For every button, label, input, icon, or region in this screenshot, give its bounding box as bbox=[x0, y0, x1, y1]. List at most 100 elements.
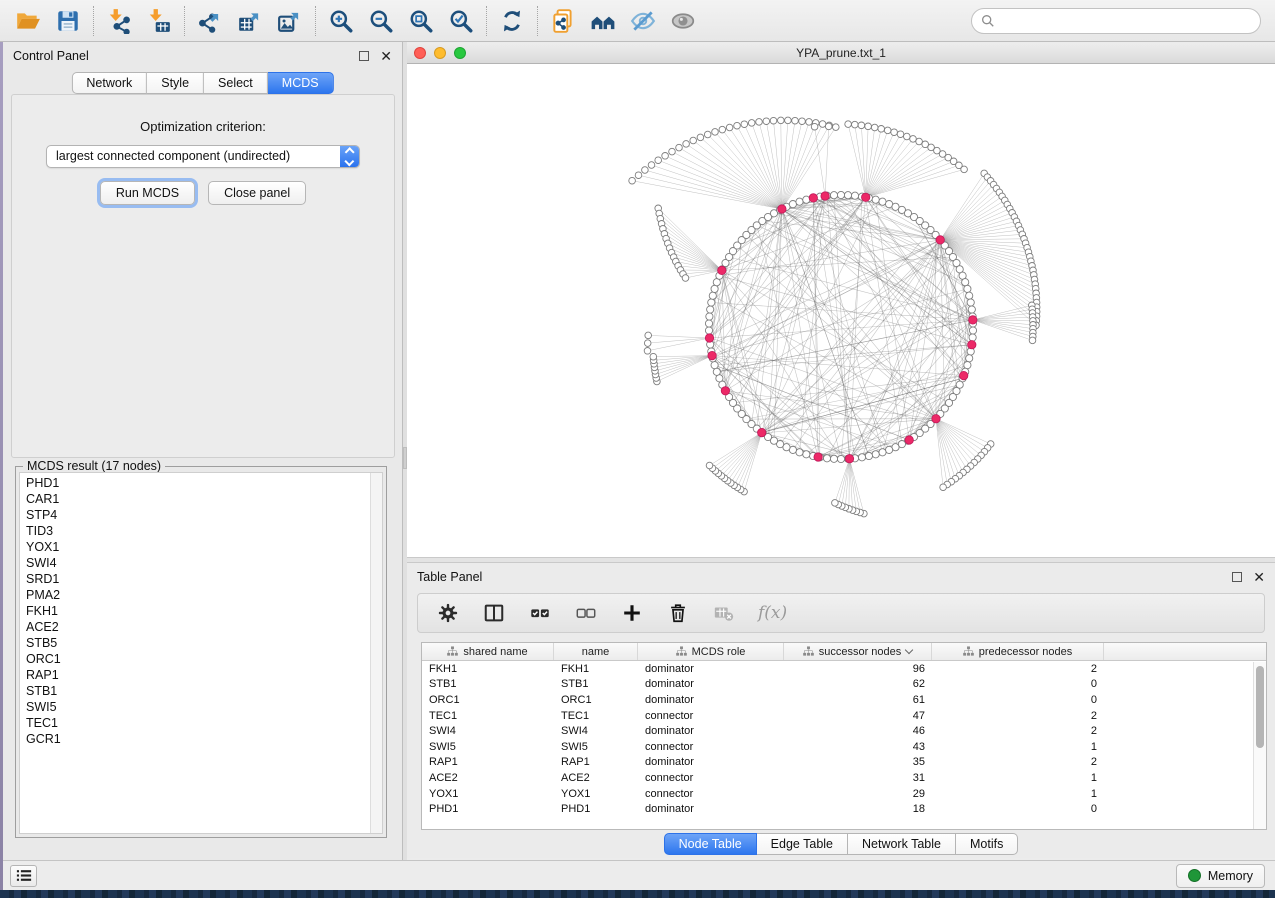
close-mcds-panel-button[interactable]: Close panel bbox=[208, 181, 306, 205]
export-network-button[interactable] bbox=[190, 4, 230, 38]
mcds-result-list: PHD1CAR1STP4TID3YOX1SWI4SRD1PMA2FKH1ACE2… bbox=[19, 472, 383, 834]
application-window: Control Panel ✕ NetworkStyleSelectMCDS O… bbox=[0, 0, 1275, 890]
delete-column-button[interactable] bbox=[666, 601, 690, 625]
result-node-item[interactable]: STB1 bbox=[26, 683, 370, 699]
table-row[interactable]: TEC1TEC1connector472 bbox=[422, 708, 1266, 724]
table-scrollbar[interactable] bbox=[1253, 662, 1266, 829]
cell-successor_nodes: 43 bbox=[784, 741, 932, 753]
main-toolbar bbox=[0, 0, 1275, 42]
cell-successor_nodes: 46 bbox=[784, 725, 932, 737]
zoom-selected-button[interactable] bbox=[441, 4, 481, 38]
show-all-button[interactable] bbox=[663, 4, 703, 38]
cell-predecessor_nodes: 0 bbox=[932, 803, 1104, 815]
network-window-titlebar[interactable]: YPA_prune.txt_1 bbox=[407, 43, 1275, 64]
cell-mcds_role: dominator bbox=[638, 678, 784, 690]
table-row[interactable]: RAP1RAP1dominator352 bbox=[422, 755, 1266, 771]
table-row[interactable]: SWI4SWI4dominator462 bbox=[422, 723, 1266, 739]
cell-predecessor_nodes: 0 bbox=[932, 678, 1104, 690]
table-row[interactable]: ACE2ACE2connector311 bbox=[422, 770, 1266, 786]
search-input[interactable] bbox=[1001, 14, 1251, 28]
tab-motifs[interactable]: Motifs bbox=[956, 833, 1018, 855]
cell-successor_nodes: 62 bbox=[784, 678, 932, 690]
tab-node-table[interactable]: Node Table bbox=[664, 833, 757, 855]
cell-name: RAP1 bbox=[554, 756, 638, 768]
import-network-button[interactable] bbox=[99, 4, 139, 38]
export-table-button[interactable] bbox=[230, 4, 270, 38]
optimization-criterion-value: largest connected component (undirected) bbox=[47, 146, 340, 167]
task-history-button[interactable] bbox=[10, 865, 37, 887]
result-node-item[interactable]: YOX1 bbox=[26, 539, 370, 555]
result-node-item[interactable]: SRD1 bbox=[26, 571, 370, 587]
cell-predecessor_nodes: 1 bbox=[932, 772, 1104, 784]
table-row[interactable]: YOX1YOX1connector291 bbox=[422, 786, 1266, 802]
optimization-criterion-label: Optimization criterion: bbox=[12, 119, 394, 134]
vertical-splitter[interactable] bbox=[403, 42, 407, 860]
copy-network-button[interactable] bbox=[543, 4, 583, 38]
tab-edge-table[interactable]: Edge Table bbox=[757, 833, 848, 855]
result-node-item[interactable]: FKH1 bbox=[26, 603, 370, 619]
float-table-panel-button[interactable] bbox=[1232, 572, 1242, 582]
result-node-item[interactable]: PHD1 bbox=[26, 475, 370, 491]
splitter-grip[interactable] bbox=[403, 447, 407, 469]
table-settings-button[interactable] bbox=[436, 601, 460, 625]
close-table-panel-button[interactable]: ✕ bbox=[1253, 572, 1265, 582]
result-node-item[interactable]: SWI4 bbox=[26, 555, 370, 571]
search-field[interactable] bbox=[971, 8, 1261, 34]
table-scrollbar-thumb[interactable] bbox=[1256, 666, 1264, 748]
tab-mcds[interactable]: MCDS bbox=[268, 72, 334, 94]
import-table-button[interactable] bbox=[139, 4, 179, 38]
result-node-item[interactable]: ACE2 bbox=[26, 619, 370, 635]
cell-predecessor_nodes: 2 bbox=[932, 710, 1104, 722]
deselect-all-icon bbox=[575, 602, 597, 624]
result-node-item[interactable]: GCR1 bbox=[26, 731, 370, 747]
table-row[interactable]: FKH1FKH1dominator962 bbox=[422, 661, 1266, 677]
result-node-item[interactable]: ORC1 bbox=[26, 651, 370, 667]
add-column-button[interactable] bbox=[620, 601, 644, 625]
optimization-criterion-select[interactable]: largest connected component (undirected) bbox=[46, 145, 360, 168]
result-node-item[interactable]: TID3 bbox=[26, 523, 370, 539]
tab-network-table[interactable]: Network Table bbox=[848, 833, 956, 855]
column-header-name[interactable]: name bbox=[554, 643, 638, 660]
tab-select[interactable]: Select bbox=[204, 72, 268, 94]
table-row[interactable]: STB1STB1dominator620 bbox=[422, 677, 1266, 693]
column-header-MCDS-role[interactable]: MCDS role bbox=[638, 643, 784, 660]
hide-selected-button[interactable] bbox=[623, 4, 663, 38]
control-panel-header: Control Panel ✕ bbox=[3, 42, 402, 70]
first-neighbors-button[interactable] bbox=[583, 4, 623, 38]
open-session-button[interactable] bbox=[8, 4, 48, 38]
zoom-fit-button[interactable] bbox=[401, 4, 441, 38]
result-node-item[interactable]: STB5 bbox=[26, 635, 370, 651]
export-image-button[interactable] bbox=[270, 4, 310, 38]
mcds-result-scrollbar[interactable] bbox=[370, 473, 382, 833]
zoom-out-button[interactable] bbox=[361, 4, 401, 38]
show-column-panel-button[interactable] bbox=[482, 601, 506, 625]
table-row[interactable]: SWI5SWI5connector431 bbox=[422, 739, 1266, 755]
apply-layout-button[interactable] bbox=[492, 4, 532, 38]
table-row[interactable]: PHD1PHD1dominator180 bbox=[422, 801, 1266, 817]
column-type-icon bbox=[963, 646, 974, 657]
zoom-in-button[interactable] bbox=[321, 4, 361, 38]
cell-name: TEC1 bbox=[554, 710, 638, 722]
result-node-item[interactable]: RAP1 bbox=[26, 667, 370, 683]
save-session-button[interactable] bbox=[48, 4, 88, 38]
column-header-shared-name[interactable]: shared name bbox=[422, 643, 554, 660]
result-node-item[interactable]: CAR1 bbox=[26, 491, 370, 507]
result-node-item[interactable]: TEC1 bbox=[26, 715, 370, 731]
result-node-item[interactable]: SWI5 bbox=[26, 699, 370, 715]
table-row[interactable]: ORC1ORC1dominator610 bbox=[422, 692, 1266, 708]
tab-network[interactable]: Network bbox=[71, 72, 147, 94]
float-panel-button[interactable] bbox=[359, 51, 369, 61]
memory-button[interactable]: Memory bbox=[1176, 864, 1265, 888]
open-folder-icon bbox=[15, 8, 41, 34]
run-mcds-button[interactable]: Run MCDS bbox=[100, 181, 195, 205]
deselect-all-button[interactable] bbox=[574, 601, 598, 625]
result-node-item[interactable]: STP4 bbox=[26, 507, 370, 523]
close-panel-button[interactable]: ✕ bbox=[380, 51, 392, 61]
cell-successor_nodes: 31 bbox=[784, 772, 932, 784]
column-header-successor-nodes[interactable]: successor nodes bbox=[784, 643, 932, 660]
column-header-predecessor-nodes[interactable]: predecessor nodes bbox=[932, 643, 1104, 660]
select-all-button[interactable] bbox=[528, 601, 552, 625]
result-node-item[interactable]: PMA2 bbox=[26, 587, 370, 603]
network-canvas[interactable] bbox=[407, 64, 1275, 557]
tab-style[interactable]: Style bbox=[147, 72, 204, 94]
